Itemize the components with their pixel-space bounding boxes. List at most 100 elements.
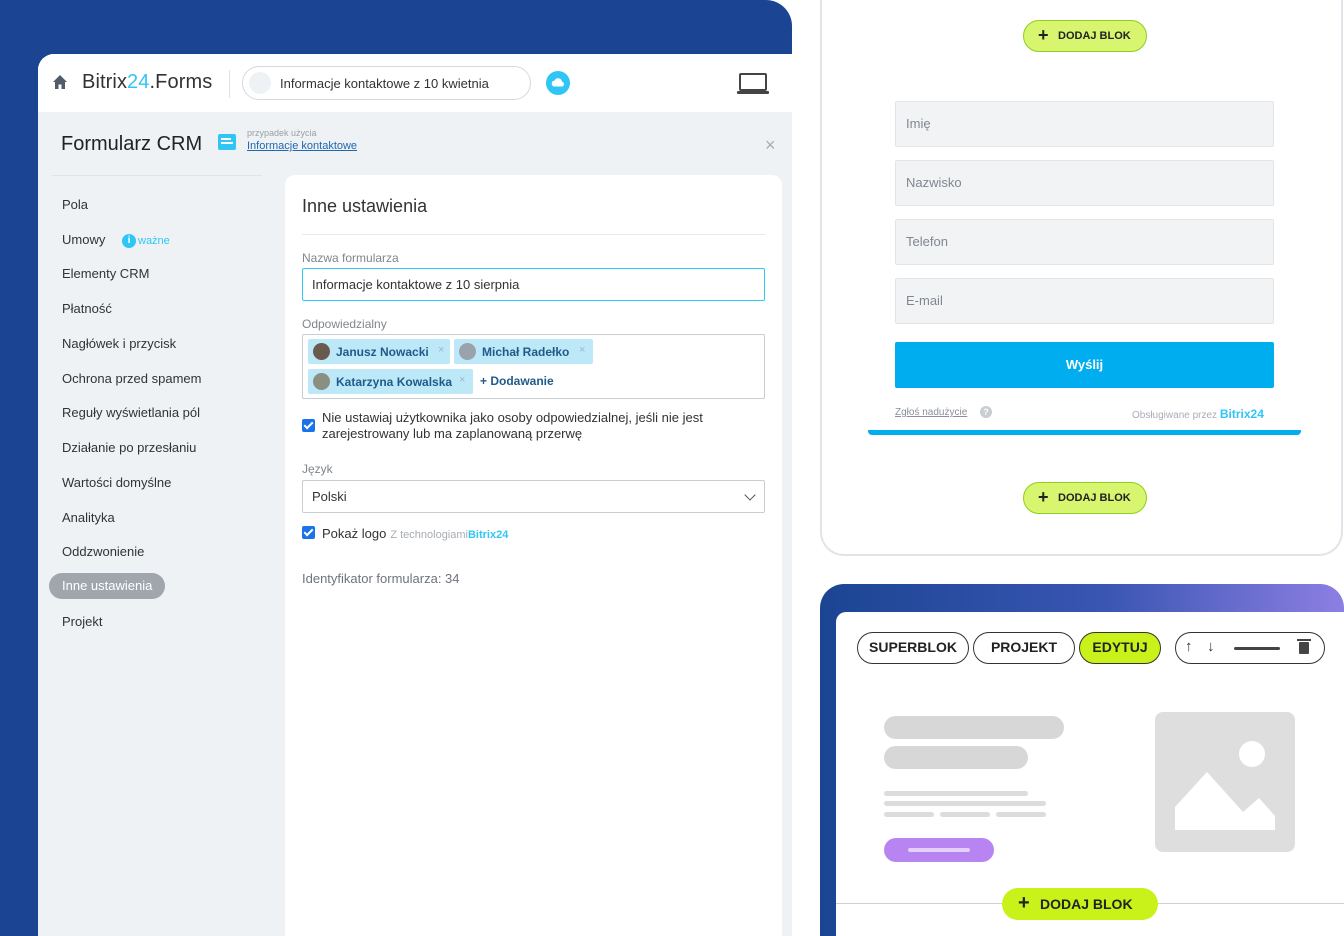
skeleton-button [884, 838, 994, 862]
responsible-label: Odpowiedzialny [302, 317, 387, 331]
skeleton-text-line [884, 812, 934, 817]
sidebar-item-oddzwonienie[interactable]: Oddzwonienie [62, 544, 144, 559]
brand-number: 24 [127, 71, 150, 93]
sidebar-item-wartosci[interactable]: Wartości domyślne [62, 475, 171, 490]
language-value: Polski [312, 489, 347, 504]
sidebar-item-ochrona[interactable]: Ochrona przed spamem [62, 371, 201, 386]
add-block-button-bottom[interactable]: + DODAJ BLOK [1023, 482, 1147, 514]
close-icon[interactable]: × [765, 136, 776, 154]
user-chip-name: Katarzyna Kowalska [336, 375, 453, 389]
current-form-name: Informacje kontaktowe z 10 kwietnia [280, 76, 489, 91]
important-badge[interactable]: i ważne [122, 232, 170, 248]
form-name-input[interactable]: Informacje kontaktowe z 10 sierpnia [302, 268, 765, 301]
sidebar-item-naglowek[interactable]: Nagłówek i przycisk [62, 336, 176, 351]
show-logo-row: Pokaż logo Z technologiamiBitrix24 [322, 525, 508, 543]
form-bottom-accent [868, 430, 1301, 435]
user-avatar [313, 343, 330, 360]
usecase-label: przypadek użycia [247, 128, 317, 138]
skeleton-text-line [884, 791, 1028, 796]
add-block-label: DODAJ BLOK [1058, 492, 1131, 504]
not-assign-checkbox[interactable] [302, 419, 315, 432]
design-button[interactable]: PROJEKT [973, 632, 1075, 664]
tech-label: Z technologiami [390, 529, 468, 541]
user-chip[interactable]: Katarzyna Kowalska × [308, 369, 473, 394]
user-chip[interactable]: Janusz Nowacki × [308, 339, 450, 364]
home-icon[interactable] [52, 74, 68, 90]
user-avatar [459, 343, 476, 360]
superblock-button[interactable]: SUPERBLOK [857, 632, 969, 664]
trash-icon[interactable] [1297, 639, 1311, 654]
settings-divider [302, 234, 765, 235]
settings-panel: Inne ustawienia Nazwa formularza Informa… [285, 175, 782, 936]
chevron-down-icon [744, 489, 756, 501]
sidebar-item-elementy-crm[interactable]: Elementy CRM [62, 266, 149, 281]
first-name-field[interactable]: Imię [895, 101, 1274, 147]
help-icon[interactable]: ? [980, 406, 992, 418]
form-preview: + DODAJ BLOK Imię Nazwisko Telefon E-mai… [820, 0, 1343, 556]
language-label: Język [302, 462, 333, 476]
not-assign-label: Nie ustawiaj użytkownika jako osoby odpo… [322, 410, 703, 441]
info-icon: i [122, 233, 136, 248]
form-thumbnail-icon [249, 72, 271, 94]
submit-button[interactable]: Wyślij [895, 342, 1274, 388]
image-placeholder-icon [1155, 712, 1295, 852]
add-block-button-editor[interactable]: + DODAJ BLOK [1002, 888, 1158, 920]
plus-icon: + [1038, 25, 1049, 45]
add-user-link[interactable]: + Dodawanie [480, 374, 554, 388]
skeleton-text-line [996, 812, 1046, 817]
remove-user-icon[interactable]: × [459, 374, 465, 386]
add-block-button-top[interactable]: + DODAJ BLOK [1023, 20, 1147, 52]
sidebar-item-umowy[interactable]: Umowy [62, 232, 105, 247]
crm-form-app: Bitrix24.Forms Informacje kontaktowe z 1… [38, 54, 792, 936]
brand-prefix: Bitrix [82, 71, 128, 93]
usecase-link[interactable]: Informacje kontaktowe [247, 140, 357, 152]
brand-suffix: .Forms [149, 71, 213, 93]
remove-user-icon[interactable]: × [438, 344, 444, 356]
current-form-selector[interactable]: Informacje kontaktowe z 10 kwietnia [242, 66, 531, 100]
form-name-label: Nazwa formularza [302, 251, 399, 265]
sidebar-item-reguly[interactable]: Reguły wyświetlania pól [62, 405, 200, 420]
sidebar-item-dzialanie[interactable]: Działanie po przesłaniu [62, 440, 196, 455]
add-block-label: DODAJ BLOK [1058, 30, 1131, 42]
arrow-down-icon[interactable]: ↓ [1207, 637, 1215, 657]
email-field[interactable]: E-mail [895, 278, 1274, 324]
cloud-icon[interactable] [546, 71, 570, 95]
plus-icon: + [1018, 892, 1030, 914]
skeleton-subtitle [884, 746, 1028, 769]
sidebar-item-projekt[interactable]: Projekt [62, 614, 102, 629]
arrow-up-icon[interactable]: ↑ [1185, 637, 1193, 657]
laptop-icon[interactable] [736, 72, 770, 96]
block-editor-background: SUPERBLOK PROJEKT EDYTUJ ↑ ↓ + DODAJ BLO… [820, 584, 1344, 936]
skeleton-title [884, 716, 1064, 739]
important-badge-label: ważne [138, 234, 170, 247]
form-document-icon [218, 134, 236, 150]
powered-brand-prefix: Bitrix [1219, 407, 1251, 421]
sidebar-item-pola[interactable]: Pola [62, 197, 88, 212]
user-chip-name: Michał Radełko [482, 345, 570, 359]
report-abuse-link[interactable]: Zgłoś nadużycie [895, 407, 967, 418]
tech-brand: Bitrix24 [467, 529, 509, 541]
remove-user-icon[interactable]: × [579, 344, 585, 356]
brand-separator [229, 70, 230, 98]
block-controls: ↑ ↓ [1175, 632, 1325, 664]
more-options-icon[interactable] [1234, 647, 1280, 650]
phone-field[interactable]: Telefon [895, 219, 1274, 265]
brand-logo[interactable]: Bitrix24.Forms [82, 71, 212, 94]
sidebar-item-analityka[interactable]: Analityka [62, 510, 115, 525]
show-logo-label: Pokaż logo [322, 526, 387, 541]
user-avatar [313, 373, 330, 390]
sidebar-item-platnosc[interactable]: Płatność [62, 301, 112, 316]
show-logo-checkbox[interactable] [302, 526, 315, 539]
responsible-selector[interactable]: Janusz Nowacki × Michał Radełko × Katarz… [302, 334, 765, 399]
user-chip-name: Janusz Nowacki [336, 345, 429, 359]
language-select[interactable]: Polski [302, 480, 765, 513]
sidebar-item-inne-ustawienia[interactable]: Inne ustawienia [49, 573, 166, 599]
powered-brand[interactable]: Bitrix24 [1220, 407, 1264, 421]
form-id: Identyfikator formularza: 34 [302, 571, 460, 586]
skeleton-text-line [884, 801, 1046, 806]
user-chip[interactable]: Michał Radełko × [454, 339, 593, 364]
last-name-field[interactable]: Nazwisko [895, 160, 1274, 206]
add-block-label: DODAJ BLOK [1040, 896, 1133, 912]
edit-button[interactable]: EDYTUJ [1079, 632, 1161, 664]
powered-by: Obsługiwane przez Bitrix24 [1132, 407, 1264, 421]
